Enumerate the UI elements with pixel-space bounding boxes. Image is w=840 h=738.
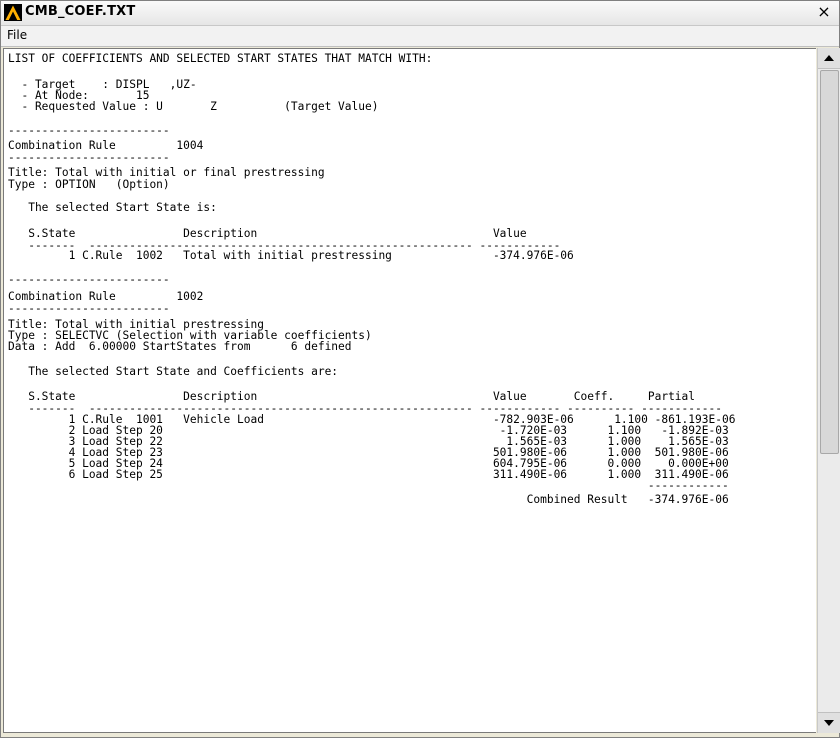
text-line: LIST OF COEFFICIENTS AND SELECTED START … [8, 52, 433, 65]
menu-bar: File [1, 26, 839, 47]
scroll-down-button[interactable] [818, 712, 840, 733]
text-line: - Requested Value : U Z (Target Value) [8, 100, 379, 113]
window-title: CMB_COEF.TXT [25, 4, 136, 19]
scroll-up-button[interactable] [818, 48, 840, 69]
scroll-thumb[interactable] [820, 70, 839, 454]
text-line: ------------------------ [8, 151, 170, 164]
text-viewer-window: CMB_COEF.TXT × File LIST OF COEFFICIENTS… [0, 0, 840, 738]
text-line: ------------------------ [8, 273, 170, 286]
text-line: The selected Start State and Coefficient… [8, 365, 339, 378]
ansys-logo-icon [4, 4, 22, 21]
title-bar[interactable]: CMB_COEF.TXT × [1, 1, 839, 26]
text-line: The selected Start State is: [8, 201, 217, 214]
text-line: Combined Result -374.976E-06 [8, 493, 729, 506]
arrow-up-icon [824, 55, 834, 61]
arrow-down-icon [824, 720, 834, 726]
text-line: ------------ [8, 479, 729, 492]
vertical-scrollbar[interactable] [817, 48, 840, 733]
close-button[interactable]: × [815, 2, 833, 22]
text-line: Data : Add 6.00000 StartStates from 6 de… [8, 340, 352, 353]
text-line: 1 C.Rule 1002 Total with initial prestre… [8, 249, 574, 262]
text-content-area[interactable]: LIST OF COEFFICIENTS AND SELECTED START … [3, 48, 816, 733]
text-line: ------------------------ [8, 302, 170, 315]
text-line: ------------------------ [8, 124, 170, 137]
menu-file[interactable]: File [7, 28, 27, 42]
text-line: Type : OPTION (Option) [8, 178, 170, 191]
